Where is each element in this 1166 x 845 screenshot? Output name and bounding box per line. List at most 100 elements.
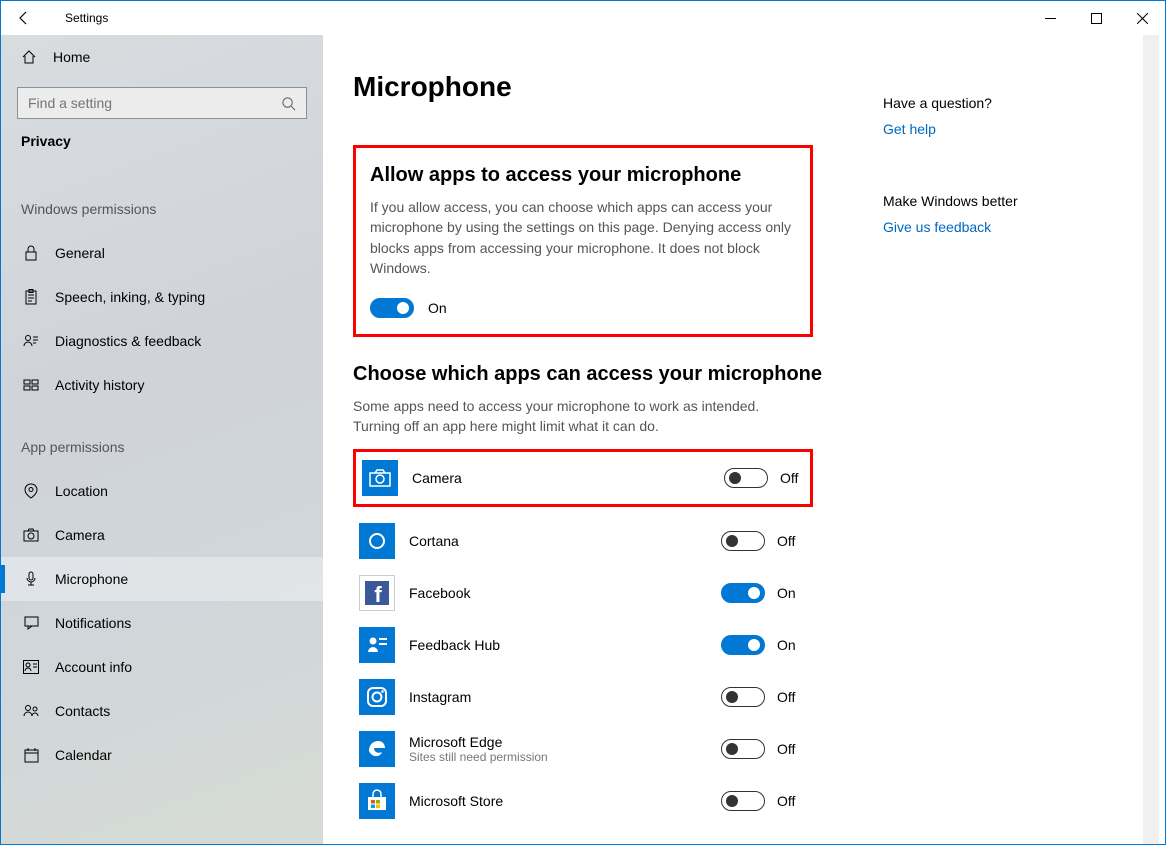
search-box[interactable]	[17, 87, 307, 119]
feedback-icon	[21, 333, 41, 349]
sidebar-item-account-info[interactable]: Account info	[1, 645, 323, 689]
sidebar-item-label: Microphone	[41, 571, 128, 587]
allow-section-desc: If you allow access, you can choose whic…	[370, 197, 796, 278]
facebook-app-icon: f	[359, 575, 395, 611]
sidebar-item-label: General	[41, 245, 105, 261]
sidebar-group-windows-permissions: Windows permissions	[1, 169, 323, 231]
lock-icon	[21, 245, 41, 261]
sidebar-item-diagnostics[interactable]: Diagnostics & feedback	[1, 319, 323, 363]
cortana-app-icon	[359, 523, 395, 559]
choose-apps-title: Choose which apps can access your microp…	[353, 363, 883, 386]
app-row-camera: Camera Off	[356, 452, 816, 504]
sidebar-item-label: Location	[41, 483, 108, 499]
app-state: On	[777, 585, 805, 601]
window-title: Settings	[47, 11, 108, 25]
sidebar-item-label: Notifications	[41, 615, 131, 631]
app-toggle-edge[interactable]	[721, 739, 765, 759]
app-state: Off	[777, 793, 805, 809]
app-subtext: Sites still need permission	[409, 750, 721, 764]
instagram-app-icon	[359, 679, 395, 715]
account-icon	[21, 660, 41, 674]
app-name: Microsoft Edge	[409, 734, 721, 750]
sidebar-item-label: Activity history	[41, 377, 144, 393]
page-title: Microphone	[353, 71, 883, 103]
app-state: On	[777, 637, 805, 653]
vertical-scrollbar[interactable]	[1143, 35, 1159, 844]
sidebar-item-activity-history[interactable]: Activity history	[1, 363, 323, 407]
app-toggle-cortana[interactable]	[721, 531, 765, 551]
choose-apps-desc: Some apps need to access your microphone…	[353, 396, 783, 437]
app-name: Facebook	[409, 585, 721, 601]
app-name: Microsoft Store	[409, 793, 721, 809]
app-list: Camera Off Cortana Off	[353, 449, 883, 827]
app-row-edge: Microsoft Edge Sites still need permissi…	[353, 723, 813, 775]
app-name: Camera	[412, 470, 724, 486]
feedback-hub-app-icon	[359, 627, 395, 663]
calendar-icon	[21, 748, 41, 763]
main-panel: Microphone Allow apps to access your mic…	[323, 35, 1165, 844]
sidebar-item-camera[interactable]: Camera	[1, 513, 323, 557]
close-button[interactable]	[1119, 1, 1165, 35]
app-toggle-camera[interactable]	[724, 468, 768, 488]
app-row-instagram: Instagram Off	[353, 671, 813, 723]
app-toggle-facebook[interactable]	[721, 583, 765, 603]
app-state: Off	[777, 689, 805, 705]
titlebar: Settings	[1, 1, 1165, 35]
sidebar-item-label: Calendar	[41, 747, 112, 763]
allow-access-state: On	[428, 300, 447, 316]
app-toggle-store[interactable]	[721, 791, 765, 811]
maximize-button[interactable]	[1073, 1, 1119, 35]
app-toggle-instagram[interactable]	[721, 687, 765, 707]
sidebar-item-label: Speech, inking, & typing	[41, 289, 205, 305]
right-column: Have a question? Get help Make Windows b…	[883, 35, 1143, 844]
sidebar-item-location[interactable]: Location	[1, 469, 323, 513]
home-icon	[21, 49, 41, 65]
microphone-icon	[21, 571, 41, 587]
sidebar-item-label: Camera	[41, 527, 105, 543]
contacts-icon	[21, 704, 41, 718]
sidebar: Home Privacy Windows permissions General…	[1, 35, 323, 844]
notifications-icon	[21, 616, 41, 630]
app-state: Off	[777, 741, 805, 757]
sidebar-category: Privacy	[1, 133, 323, 169]
camera-app-icon	[362, 460, 398, 496]
sidebar-item-calendar[interactable]: Calendar	[1, 733, 323, 777]
sidebar-home-label: Home	[41, 49, 90, 65]
minimize-button[interactable]	[1027, 1, 1073, 35]
search-input[interactable]	[28, 95, 281, 111]
app-state: Off	[780, 470, 808, 486]
help-question-title: Have a question?	[883, 95, 1123, 111]
sidebar-item-label: Account info	[41, 659, 132, 675]
back-button[interactable]	[1, 1, 47, 35]
get-help-link[interactable]: Get help	[883, 121, 1123, 137]
location-icon	[21, 483, 41, 499]
camera-icon	[21, 528, 41, 542]
store-app-icon	[359, 783, 395, 819]
app-row-facebook: f Facebook On	[353, 567, 813, 619]
allow-access-toggle[interactable]	[370, 298, 414, 318]
app-toggle-feedback-hub[interactable]	[721, 635, 765, 655]
svg-text:f: f	[374, 582, 382, 607]
app-state: Off	[777, 533, 805, 549]
edge-app-icon	[359, 731, 395, 767]
sidebar-item-microphone[interactable]: Microphone	[1, 557, 323, 601]
sidebar-item-notifications[interactable]: Notifications	[1, 601, 323, 645]
give-feedback-link[interactable]: Give us feedback	[883, 219, 1123, 235]
app-row-feedback-hub: Feedback Hub On	[353, 619, 813, 671]
clipboard-icon	[21, 289, 41, 305]
app-row-store: Microsoft Store Off	[353, 775, 813, 827]
allow-section-title: Allow apps to access your microphone	[370, 164, 796, 187]
camera-row-highlight: Camera Off	[353, 449, 813, 507]
feedback-title: Make Windows better	[883, 193, 1123, 209]
app-name: Cortana	[409, 533, 721, 549]
history-icon	[21, 377, 41, 393]
sidebar-home[interactable]: Home	[1, 35, 323, 79]
allow-access-highlight: Allow apps to access your microphone If …	[353, 145, 813, 337]
app-name: Feedback Hub	[409, 637, 721, 653]
app-name: Instagram	[409, 689, 721, 705]
sidebar-item-general[interactable]: General	[1, 231, 323, 275]
sidebar-item-speech[interactable]: Speech, inking, & typing	[1, 275, 323, 319]
sidebar-group-app-permissions: App permissions	[1, 407, 323, 469]
app-row-cortana: Cortana Off	[353, 515, 813, 567]
sidebar-item-contacts[interactable]: Contacts	[1, 689, 323, 733]
